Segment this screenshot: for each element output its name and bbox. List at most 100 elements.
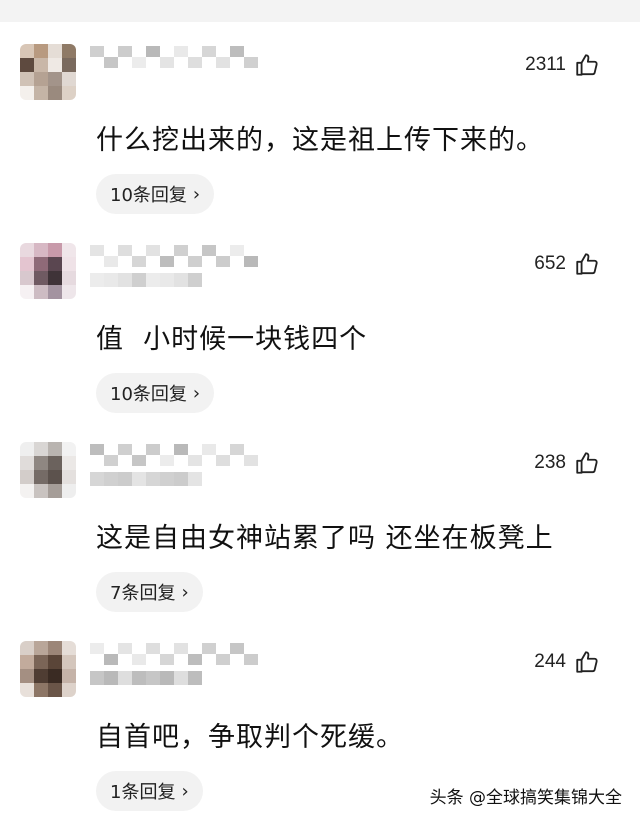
avatar-mosaic-cell	[48, 271, 62, 285]
username-mosaic-cell	[188, 256, 202, 267]
username-mosaic-cell	[244, 256, 258, 267]
meta-mosaic-cell	[132, 273, 146, 287]
meta-mosaic-cell	[146, 273, 160, 287]
like-control[interactable]: 244	[534, 649, 600, 675]
avatar-mosaic-cell	[34, 86, 48, 100]
like-count: 238	[534, 452, 566, 473]
meta-mosaic-cell	[160, 472, 174, 486]
username-mosaic-cell	[244, 654, 258, 665]
username-mosaic-cell	[160, 455, 174, 466]
avatar-mosaic-cell	[48, 484, 62, 498]
avatar-mosaic-cell	[20, 669, 34, 683]
username-mosaic-cell	[216, 256, 230, 267]
meta-mosaic-cell	[90, 273, 104, 287]
username-mosaic-cell	[90, 46, 104, 57]
username-mosaic-cell	[230, 444, 244, 455]
avatar-mosaic-cell	[20, 641, 34, 655]
view-replies-button[interactable]: 10条回复 ›	[96, 174, 215, 214]
avatar-mosaic-cell	[48, 456, 62, 470]
avatar-mosaic-cell	[34, 484, 48, 498]
username-mosaic-cell	[132, 654, 146, 665]
avatar-mosaic-cell	[20, 456, 34, 470]
username-blurred[interactable]	[90, 46, 260, 68]
username-mosaic-cell	[104, 256, 118, 267]
thumbs-up-icon[interactable]	[574, 52, 600, 78]
username-mosaic-cell	[216, 654, 230, 665]
meta-mosaic-cell	[160, 273, 174, 287]
meta-mosaic-cell	[174, 472, 188, 486]
like-control[interactable]: 2311	[525, 52, 600, 78]
username-mosaic-cell	[230, 643, 244, 654]
avatar-mosaic-cell	[48, 86, 62, 100]
avatar-mosaic-cell	[34, 72, 48, 86]
username-mosaic-cell	[230, 245, 244, 256]
meta-mosaic-cell	[188, 671, 202, 685]
avatar-mosaic-cell	[62, 655, 76, 669]
username-mosaic-cell	[132, 256, 146, 267]
top-divider-strip	[0, 0, 640, 22]
avatar-mosaic-cell	[62, 72, 76, 86]
meta-mosaic-cell	[118, 273, 132, 287]
chevron-right-icon: ›	[192, 183, 201, 205]
comment-text: 值 小时候一块钱四个	[96, 324, 368, 355]
avatar-mosaic-cell	[20, 72, 34, 86]
view-replies-button[interactable]: 10条回复 ›	[96, 373, 215, 413]
avatar-mosaic-cell	[62, 456, 76, 470]
view-replies-button[interactable]: 7条回复 ›	[96, 572, 203, 612]
username-mosaic-cell	[146, 643, 160, 654]
avatar[interactable]	[20, 442, 76, 498]
watermark: 头条 @全球搞笑集锦大全	[429, 788, 622, 808]
avatar-mosaic-cell	[62, 58, 76, 72]
username-mosaic-cell	[174, 46, 188, 57]
avatar-mosaic-cell	[20, 285, 34, 299]
username-blurred[interactable]	[90, 245, 260, 267]
chevron-right-icon: ›	[192, 382, 201, 404]
username-mosaic-cell	[174, 444, 188, 455]
meta-mosaic-cell	[188, 472, 202, 486]
avatar[interactable]	[20, 243, 76, 299]
reply-count-label: 1条回复	[110, 782, 176, 803]
username-blurred[interactable]	[90, 444, 260, 466]
view-replies-button[interactable]: 1条回复 ›	[96, 771, 203, 811]
avatar-mosaic-cell	[34, 669, 48, 683]
avatar-mosaic-cell	[48, 58, 62, 72]
meta-mosaic-cell	[146, 671, 160, 685]
thumbs-up-icon[interactable]	[574, 649, 600, 675]
meta-mosaic-cell	[90, 671, 104, 685]
username-mosaic-cell	[188, 654, 202, 665]
avatar-mosaic-cell	[34, 442, 48, 456]
avatar-mosaic-cell	[34, 655, 48, 669]
avatar-mosaic-cell	[20, 271, 34, 285]
meta-mosaic-cell	[174, 273, 188, 287]
username-mosaic-cell	[104, 455, 118, 466]
username-mosaic-cell	[174, 643, 188, 654]
thumbs-up-icon[interactable]	[574, 251, 600, 277]
avatar[interactable]	[20, 44, 76, 100]
username-mosaic-cell	[118, 643, 132, 654]
username-blurred[interactable]	[90, 643, 260, 665]
meta-mosaic-cell	[160, 671, 174, 685]
like-count: 244	[534, 651, 566, 672]
avatar-mosaic-cell	[34, 641, 48, 655]
avatar-mosaic-cell	[34, 44, 48, 58]
username-mosaic-cell	[90, 245, 104, 256]
thumbs-up-icon[interactable]	[574, 450, 600, 476]
username-mosaic-cell	[188, 455, 202, 466]
meta-mosaic-cell	[104, 472, 118, 486]
username-mosaic-cell	[118, 444, 132, 455]
avatar-mosaic-cell	[48, 669, 62, 683]
avatar-mosaic-cell	[34, 271, 48, 285]
avatar-mosaic-cell	[48, 442, 62, 456]
like-count: 652	[534, 253, 566, 274]
meta-mosaic-cell	[132, 472, 146, 486]
avatar[interactable]	[20, 641, 76, 697]
avatar-mosaic-cell	[48, 44, 62, 58]
avatar-mosaic-cell	[20, 243, 34, 257]
like-control[interactable]: 238	[534, 450, 600, 476]
like-control[interactable]: 652	[534, 251, 600, 277]
avatar-mosaic-cell	[34, 243, 48, 257]
avatar-mosaic-cell	[20, 58, 34, 72]
username-mosaic-cell	[104, 57, 118, 68]
comment-item: 238 这是自由女神站累了吗 还坐在板凳上 7条回复 ›	[0, 420, 640, 620]
username-mosaic-cell	[132, 57, 146, 68]
